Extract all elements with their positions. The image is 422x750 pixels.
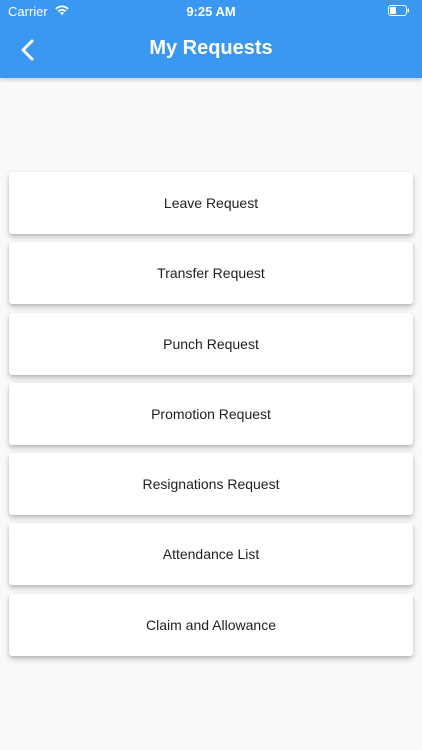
request-item-label: Claim and Allowance [146,616,276,633]
request-item-claim-and-allowance[interactable]: Claim and Allowance [9,593,413,656]
nav-bar: My Requests [0,24,422,76]
screen: Carrier 9:25 AM My Requests Leave Reques… [0,0,422,750]
request-item-label: Transfer Request [157,265,265,282]
battery-icon [388,5,409,16]
request-item-label: Leave Request [163,195,259,211]
request-item-leave[interactable]: Leave Request [9,172,413,234]
request-item-punch[interactable]: Punch Request [9,312,413,375]
request-item-label: Resignations Request [142,476,280,493]
request-item-resignations[interactable]: Resignations Request [9,453,413,516]
request-item-label: Promotion Request [151,405,271,422]
request-item-attendance-list[interactable]: Attendance List [9,523,413,586]
status-time: 9:25 AM [186,4,236,19]
request-item-label: Attendance List [162,546,260,563]
request-list: Leave Request Transfer Request Punch Req… [9,172,413,664]
top-bar: Carrier 9:25 AM My Requests [0,0,422,78]
request-item-transfer[interactable]: Transfer Request [9,242,413,305]
status-bar: Carrier 9:25 AM [0,0,422,24]
request-item-promotion[interactable]: Promotion Request [9,382,413,445]
request-item-label: Punch Request [163,335,259,352]
page-title: My Requests [149,37,273,59]
